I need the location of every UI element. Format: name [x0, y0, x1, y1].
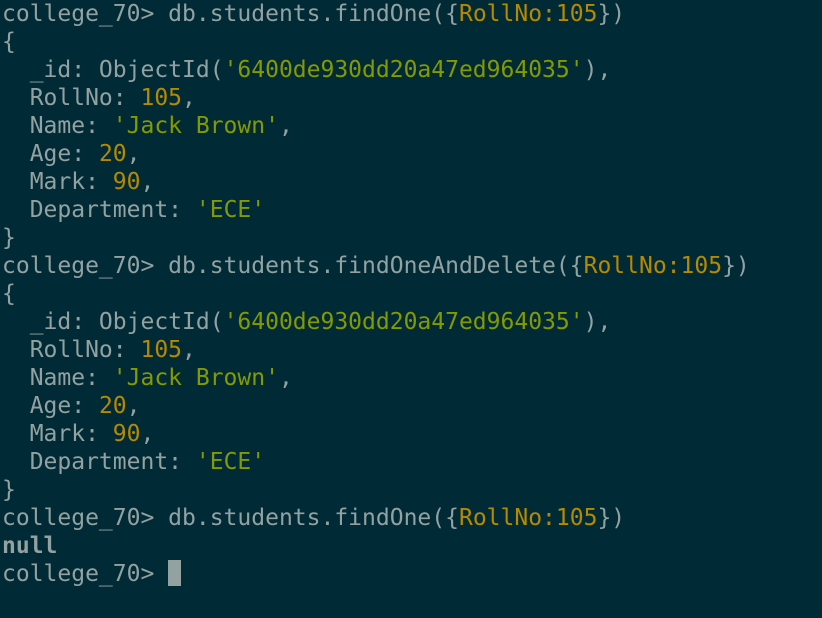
text-segment: college_70> db.students.findOne({ — [2, 1, 459, 27]
text-segment: } — [2, 225, 16, 251]
output-line: _id: ObjectId('6400de930dd20a47ed964035'… — [0, 56, 822, 84]
output-line: } — [0, 224, 822, 252]
text-segment: }) — [597, 505, 626, 531]
text-cursor — [168, 560, 182, 586]
text-segment: _id: ObjectId( — [2, 57, 224, 83]
text-segment: , — [182, 337, 196, 363]
text-segment: , — [182, 85, 196, 111]
output-line: RollNo: 105, — [0, 84, 822, 112]
text-segment: 'ECE' — [195, 197, 266, 223]
output-line: Mark: 90, — [0, 420, 822, 448]
output-line: Department: 'ECE' — [0, 196, 822, 224]
text-segment: Age: — [2, 393, 99, 419]
text-segment: RollNo:105 — [458, 505, 598, 531]
input-line[interactable]: college_70> — [0, 560, 822, 588]
text-segment: Name: — [2, 113, 113, 139]
text-segment: ), — [583, 309, 612, 335]
command-line: college_70> db.students.findOneAndDelete… — [0, 252, 822, 280]
text-segment: 105 — [140, 85, 183, 111]
output-line: RollNo: 105, — [0, 336, 822, 364]
text-segment: Department: — [2, 449, 196, 475]
text-segment: , — [126, 393, 141, 419]
text-segment: 90 — [112, 421, 141, 447]
text-segment: RollNo:105 — [458, 1, 598, 27]
terminal-output: college_70> db.students.findOne({RollNo:… — [0, 0, 822, 560]
text-segment: null — [2, 533, 58, 559]
text-segment: 'Jack Brown' — [112, 113, 279, 139]
output-line: _id: ObjectId('6400de930dd20a47ed964035'… — [0, 308, 822, 336]
output-line: null — [0, 532, 822, 560]
text-segment: Name: — [2, 365, 113, 391]
text-segment: 'Jack Brown' — [112, 365, 279, 391]
output-line: Mark: 90, — [0, 168, 822, 196]
prompt-label: college_70> — [2, 561, 169, 587]
text-segment: _id: ObjectId( — [2, 309, 224, 335]
text-segment: Department: — [2, 197, 196, 223]
command-line: college_70> db.students.findOne({RollNo:… — [0, 504, 822, 532]
text-segment: RollNo: — [2, 85, 141, 111]
text-segment: , — [278, 365, 293, 391]
output-line: Age: 20, — [0, 140, 822, 168]
text-segment: Mark: — [2, 421, 113, 447]
text-segment: , — [140, 169, 155, 195]
text-segment: 20 — [98, 141, 127, 167]
output-line: { — [0, 280, 822, 308]
command-line: college_70> db.students.findOne({RollNo:… — [0, 0, 822, 28]
text-segment: RollNo:105 — [583, 253, 723, 279]
text-segment: 'ECE' — [195, 449, 266, 475]
text-segment: '6400de930dd20a47ed964035' — [223, 309, 584, 335]
text-segment: 20 — [98, 393, 127, 419]
text-segment: { — [2, 29, 16, 55]
output-line: Department: 'ECE' — [0, 448, 822, 476]
text-segment: , — [126, 141, 141, 167]
text-segment: } — [2, 477, 16, 503]
text-segment: ), — [583, 57, 612, 83]
text-segment: '6400de930dd20a47ed964035' — [223, 57, 584, 83]
text-segment: college_70> db.students.findOneAndDelete… — [2, 253, 584, 279]
output-line: } — [0, 476, 822, 504]
text-segment: RollNo: — [2, 337, 141, 363]
text-segment: { — [2, 281, 16, 307]
output-line: Name: 'Jack Brown', — [0, 364, 822, 392]
text-segment: }) — [722, 253, 750, 279]
text-segment: 90 — [112, 169, 141, 195]
text-segment: Age: — [2, 141, 99, 167]
output-line: Age: 20, — [0, 392, 822, 420]
text-segment: , — [140, 421, 155, 447]
terminal-window[interactable]: college_70> db.students.findOne({RollNo:… — [0, 0, 822, 618]
text-segment: }) — [597, 1, 626, 27]
text-segment: Mark: — [2, 169, 113, 195]
output-line: { — [0, 28, 822, 56]
text-segment: college_70> db.students.findOne({ — [2, 505, 459, 531]
output-line: Name: 'Jack Brown', — [0, 112, 822, 140]
text-segment: , — [278, 113, 293, 139]
text-segment: 105 — [140, 337, 183, 363]
